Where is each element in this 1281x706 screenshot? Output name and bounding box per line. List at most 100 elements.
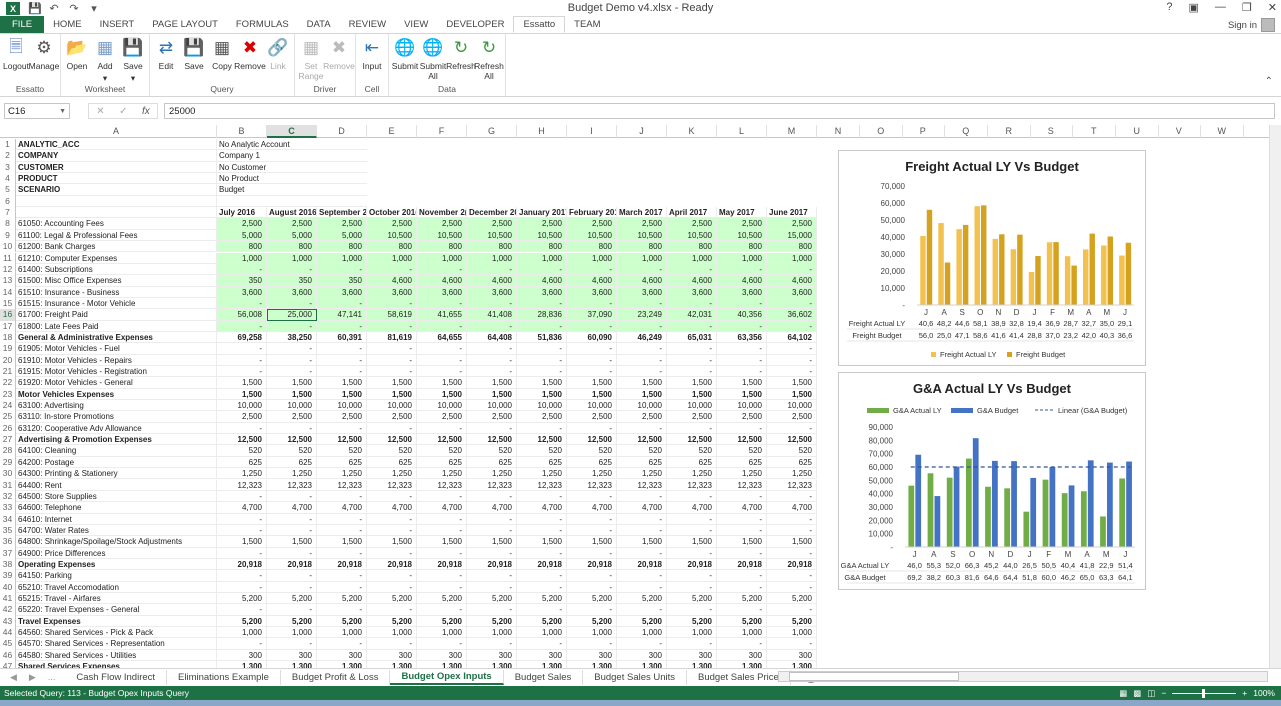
value-cell[interactable]: 520 [367,445,417,457]
value-cell[interactable]: 2,500 [417,411,467,423]
header-value[interactable]: No Product [217,173,367,185]
value-cell[interactable]: 12,500 [567,434,617,446]
value-cell[interactable]: 12,323 [667,479,717,491]
row-header[interactable]: 9 [0,229,16,242]
column-header-w[interactable]: W [1201,125,1244,138]
tab-file[interactable]: FILE [0,16,45,33]
value-cell[interactable]: - [567,570,617,582]
row-header[interactable]: 10 [0,241,16,253]
row-header[interactable]: 19 [0,343,16,355]
value-cell[interactable]: 1,300 [517,661,567,668]
value-cell[interactable]: 40,356 [717,309,767,321]
value-cell[interactable]: 20,918 [417,558,467,571]
value-cell[interactable]: - [217,570,267,582]
value-cell[interactable]: - [767,320,817,332]
value-cell[interactable]: 4,600 [717,275,767,287]
value-cell[interactable]: 2,500 [417,218,467,230]
month-header[interactable]: March 2017 [617,207,667,219]
row-header[interactable]: 41 [0,593,16,605]
value-cell[interactable]: 20,918 [367,558,417,571]
row-header[interactable]: 5 [0,184,16,196]
value-cell[interactable]: 1,000 [367,627,417,639]
value-cell[interactable]: 5,200 [417,593,467,605]
column-header-a[interactable]: A [16,125,217,138]
header-label[interactable]: PRODUCT [16,173,217,185]
value-cell[interactable]: 2,500 [517,411,567,423]
value-cell[interactable]: - [767,581,817,593]
value-cell[interactable]: 5,000 [217,229,267,242]
value-cell[interactable]: - [767,422,817,435]
value-cell[interactable]: 4,700 [717,502,767,514]
value-cell[interactable]: - [217,490,267,503]
value-cell[interactable]: 3,600 [717,286,767,298]
value-cell[interactable]: 5,200 [667,615,717,628]
value-cell[interactable]: - [367,354,417,366]
row-header[interactable]: 37 [0,547,16,559]
value-cell[interactable]: 800 [367,241,417,253]
account-label[interactable]: 65215: Travel - Airfares [16,593,217,605]
value-cell[interactable]: 5,200 [467,615,517,628]
value-cell[interactable]: 520 [617,445,667,457]
month-header[interactable]: February 201 [567,207,617,219]
value-cell[interactable]: 1,000 [217,627,267,639]
value-cell[interactable]: 12,500 [367,434,417,446]
value-cell[interactable]: 1,500 [217,388,267,401]
value-cell[interactable]: - [217,547,267,559]
value-cell[interactable]: 10,000 [717,400,767,412]
value-cell[interactable]: 4,600 [617,275,667,287]
value-cell[interactable]: 1,500 [267,536,317,548]
value-cell[interactable]: 10,000 [567,400,617,412]
value-cell[interactable]: 12,323 [267,479,317,491]
column-header-c[interactable]: C [267,125,317,138]
value-cell[interactable]: 51,836 [517,331,567,344]
value-cell[interactable]: - [667,297,717,310]
value-cell[interactable]: 4,600 [417,275,467,287]
row-header[interactable]: 16 [0,309,16,321]
row-header[interactable]: 33 [0,502,16,514]
value-cell[interactable]: 3,600 [367,286,417,298]
account-label[interactable]: 64560: Shared Services - Pick & Pack [16,627,217,639]
value-cell[interactable]: 2,500 [267,218,317,230]
value-cell[interactable]: 1,500 [617,388,667,401]
value-cell[interactable]: - [367,513,417,525]
account-label[interactable]: 64300: Printing & Stationery [16,468,217,480]
value-cell[interactable]: 4,600 [367,275,417,287]
value-cell[interactable]: - [267,490,317,503]
value-cell[interactable]: - [467,422,517,435]
value-cell[interactable]: 10,500 [567,229,617,242]
value-cell[interactable]: 5,200 [417,615,467,628]
tab-review[interactable]: REVIEW [340,16,395,33]
value-cell[interactable]: 1,300 [217,661,267,668]
value-cell[interactable]: 1,500 [217,536,267,548]
value-cell[interactable]: 1,500 [217,377,267,389]
value-cell[interactable]: 1,500 [417,536,467,548]
column-header-l[interactable]: L [717,125,767,138]
value-cell[interactable]: 520 [767,445,817,457]
row-header[interactable]: 42 [0,604,16,616]
value-cell[interactable]: 5,200 [567,615,617,628]
sign-in-link[interactable]: Sign in [1228,20,1257,31]
sheet-tab-budget-sales[interactable]: Budget Sales [504,669,584,685]
value-cell[interactable]: 1,000 [367,252,417,264]
value-cell[interactable]: 1,000 [767,252,817,264]
value-cell[interactable]: - [667,638,717,650]
zoom-slider-knob[interactable] [1202,688,1206,698]
zoom-out-icon[interactable]: − [1161,688,1166,698]
dropdown-arrow-icon[interactable]: ▾ [131,73,135,83]
tab-team[interactable]: TEAM [565,16,609,33]
tab-data[interactable]: DATA [298,16,340,33]
value-cell[interactable]: - [367,638,417,650]
value-cell[interactable]: - [667,581,717,593]
value-cell[interactable]: - [517,343,567,355]
value-cell[interactable]: - [567,422,617,435]
row-header[interactable]: 24 [0,400,16,412]
value-cell[interactable]: - [417,490,467,503]
row-header[interactable]: 27 [0,434,16,446]
value-cell[interactable]: - [667,524,717,537]
value-cell[interactable]: - [667,513,717,525]
value-cell[interactable]: - [467,604,517,616]
value-cell[interactable]: 12,323 [417,479,467,491]
value-cell[interactable]: 520 [417,445,467,457]
value-cell[interactable]: - [767,513,817,525]
value-cell[interactable]: 625 [667,456,717,469]
